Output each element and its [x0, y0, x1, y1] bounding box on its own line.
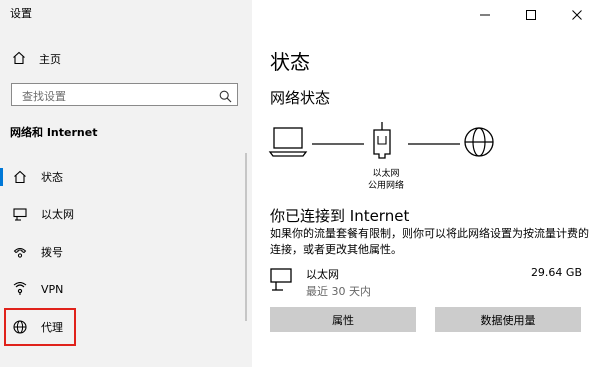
network-type: 公用网络 [367, 181, 404, 191]
ethernet-icon [270, 268, 292, 296]
search-icon[interactable] [219, 88, 232, 107]
home-icon [12, 50, 26, 69]
section-title: 网络和 Internet [10, 126, 98, 139]
app-title: 设置 [10, 7, 32, 20]
description-line: 连接，或者更改其他属性。 [270, 243, 402, 256]
network-status-heading: 网络状态 [270, 89, 331, 107]
window-controls [462, 0, 600, 30]
sidebar-item-vpn[interactable]: VPN [8, 277, 240, 301]
sidebar-item-label: 以太网 [41, 208, 74, 221]
sidebar: 设置 主页 查找设置 网络和 Internet 状态 以太网 拨号 VPN 代理 [0, 0, 252, 367]
home-icon [12, 169, 28, 185]
properties-button[interactable]: 属性 [270, 307, 416, 332]
scrollbar[interactable] [245, 153, 247, 321]
network-name: 以太网 [306, 268, 339, 281]
connection-status: 你已连接到 Internet [270, 207, 410, 225]
maximize-button[interactable] [508, 0, 554, 30]
device-label: 以太网 公用网络 [356, 168, 416, 192]
device-type: 以太网 [372, 169, 400, 179]
maximize-icon [526, 10, 536, 20]
sidebar-item-status[interactable]: 状态 [8, 165, 240, 189]
close-button[interactable] [554, 0, 600, 30]
home-label: 主页 [39, 53, 61, 66]
globe-icon [464, 127, 494, 157]
description-line: 如果你的流量套餐有限制，则你可以将此网络设置为按流量计费的 [270, 227, 589, 240]
data-usage-button[interactable]: 数据使用量 [435, 307, 581, 332]
sidebar-item-label: 拨号 [41, 246, 63, 259]
laptop-icon [268, 127, 308, 157]
sidebar-item-label: 状态 [41, 171, 63, 184]
page-title: 状态 [270, 50, 310, 74]
minimize-icon [480, 14, 490, 16]
search-placeholder: 查找设置 [22, 90, 66, 103]
highlight-box [4, 308, 76, 346]
ethernet-icon [12, 206, 28, 222]
data-usage-value: 29.64 GB [530, 266, 582, 279]
connection-description: 如果你的流量套餐有限制，则你可以将此网络设置为按流量计费的 连接，或者更改其他属… [270, 226, 590, 258]
dialup-icon [12, 244, 28, 260]
network-usage-row: 以太网 最近 30 天内 29.64 GB [270, 266, 582, 298]
usage-period: 最近 30 天内 [306, 285, 371, 298]
minimize-button[interactable] [462, 0, 508, 30]
sidebar-item-dialup[interactable]: 拨号 [8, 240, 240, 264]
home-link[interactable]: 主页 [12, 49, 61, 69]
active-indicator [0, 168, 3, 186]
vpn-icon [12, 281, 28, 297]
search-input[interactable]: 查找设置 [11, 83, 238, 106]
close-icon [572, 10, 582, 20]
ethernet-port-icon [373, 122, 391, 159]
sidebar-item-ethernet[interactable]: 以太网 [8, 202, 240, 226]
sidebar-item-label: VPN [41, 282, 64, 296]
